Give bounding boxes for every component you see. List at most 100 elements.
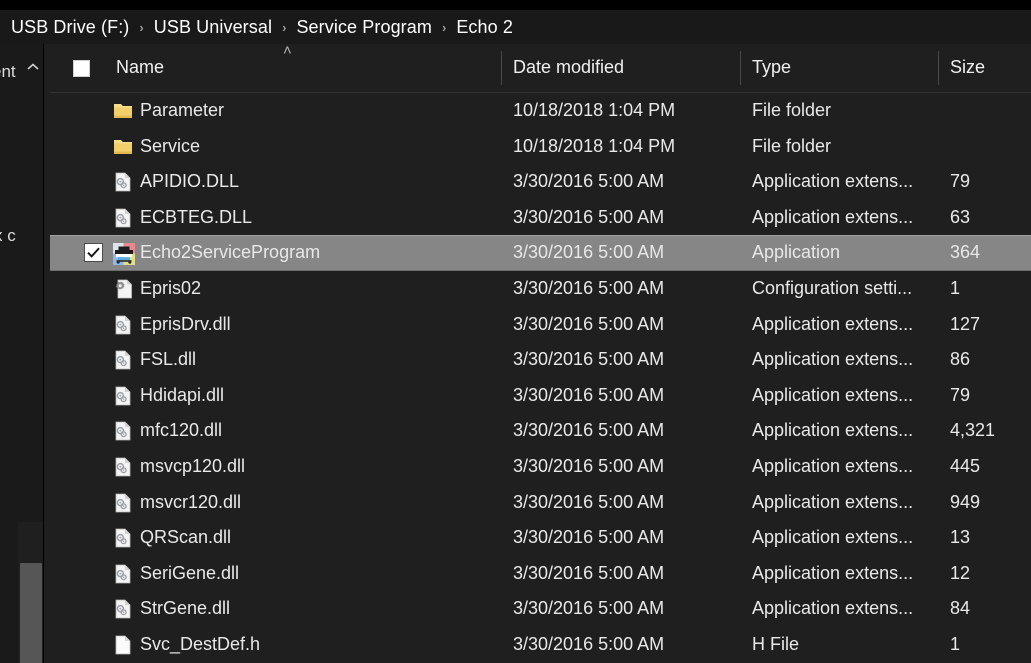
table-row[interactable]: APIDIO.DLL 3/30/2016 5:00 AM Application e…	[50, 164, 1031, 200]
cell-date-modified: 3/30/2016 5:00 AM	[513, 206, 665, 227]
table-row[interactable]: Service 10/18/2018 1:04 PM File folder	[50, 129, 1031, 165]
cell-date-modified: 3/30/2016 5:00 AM	[513, 527, 665, 548]
column-divider-name-date[interactable]	[501, 51, 502, 85]
cell-type: Application extens...	[752, 455, 914, 476]
sort-ascending-icon: ˄	[283, 44, 292, 59]
column-header-size[interactable]: Size	[950, 57, 985, 78]
nav-pane-divider	[43, 44, 44, 663]
cell-date-modified: 10/18/2018 1:04 PM	[513, 100, 676, 120]
table-row[interactable]: EprisDrv.dll 3/30/2016 5:00 AM Application…	[50, 307, 1031, 343]
cell-type: Application extens...	[752, 384, 914, 405]
cell-size: 1	[950, 633, 961, 654]
cell-date-modified: 3/30/2016 5:00 AM	[513, 562, 665, 583]
file-list-region: ˄ Name Date modified Type Size Parameter…	[50, 44, 1031, 663]
cell-file-name: APIDIO.DLL	[140, 171, 240, 192]
table-row[interactable]: Svc_DestDef.h 3/30/2016 5:00 AM H File 1	[50, 627, 1031, 663]
file-list-rows: Parameter 10/18/2018 1:04 PM File folder Se…	[50, 93, 1031, 663]
cell-date-modified: 3/30/2016 5:00 AM	[513, 384, 665, 405]
table-row[interactable]: msvcp120.dll 3/30/2016 5:00 AM Application…	[50, 449, 1031, 485]
cell-file-name: StrGene.dll	[140, 598, 231, 619]
dll-file-icon	[112, 207, 134, 229]
cell-file-name: Echo2ServiceProgram	[140, 242, 321, 263]
column-divider-date-type[interactable]	[740, 51, 741, 85]
cell-size: 63	[950, 206, 971, 227]
blank-file-icon	[112, 634, 134, 656]
cell-date-modified: 3/30/2016 5:00 AM	[513, 420, 665, 441]
chevron-up-icon[interactable]	[26, 60, 40, 75]
table-row[interactable]: SeriGene.dll 3/30/2016 5:00 AM Application…	[50, 556, 1031, 592]
dll-file-icon	[112, 420, 134, 442]
breadcrumb-separator-icon: ›	[441, 19, 447, 35]
cell-size: 79	[950, 384, 971, 405]
select-all-checkbox[interactable]	[73, 60, 90, 77]
table-row[interactable]: FSL.dll 3/30/2016 5:00 AM Application exte…	[50, 342, 1031, 378]
application-icon	[112, 242, 135, 266]
table-row[interactable]: Parameter 10/18/2018 1:04 PM File folder	[50, 93, 1031, 129]
cell-type: Application extens...	[752, 562, 914, 583]
column-header-name[interactable]: Name	[116, 57, 164, 78]
cell-size: 12	[950, 562, 971, 583]
table-row[interactable]: Epris02 3/30/2016 5:00 AM Configuration se…	[50, 271, 1031, 307]
file-explorer-window: USB Drive (F:) › USB Universal › Service Pro…	[0, 0, 1031, 663]
breadcrumb-item[interactable]: Service Program	[293, 16, 435, 39]
cell-size: 84	[950, 598, 971, 619]
dll-file-icon	[112, 563, 134, 585]
column-header-type[interactable]: Type	[752, 57, 791, 78]
cell-file-name: Svc_DestDef.h	[140, 633, 261, 654]
breadcrumb-item[interactable]: USB Universal	[151, 16, 275, 39]
cell-size: 13	[950, 527, 971, 548]
cell-type: Application extens...	[752, 313, 914, 334]
navigation-pane[interactable]: ent x c	[0, 44, 44, 663]
cell-type: Application extens...	[752, 206, 914, 227]
cell-type: Application extens...	[752, 527, 914, 548]
cell-type: Configuration setti...	[752, 277, 913, 298]
cell-date-modified: 3/30/2016 5:00 AM	[513, 598, 665, 619]
table-row[interactable]: ECBTEG.DLL 3/30/2016 5:00 AM Application e…	[50, 200, 1031, 236]
cell-type: Application	[752, 242, 841, 263]
row-checkbox[interactable]	[84, 243, 103, 263]
cell-type: Application extens...	[752, 349, 914, 370]
table-row[interactable]: Hdidapi.dll 3/30/2016 5:00 AM Application …	[50, 378, 1031, 414]
cell-file-name: ECBTEG.DLL	[140, 206, 253, 227]
file-list-header: ˄ Name Date modified Type Size	[50, 44, 1031, 93]
cell-date-modified: 3/30/2016 5:00 AM	[513, 349, 665, 370]
cell-file-name: FSL.dll	[140, 349, 197, 370]
nav-item-label-partial-top: ent	[0, 62, 16, 81]
table-row[interactable]: Echo2ServiceProgram 3/30/2016 5:00 AM Appl…	[50, 235, 1031, 271]
config-gear-icon	[112, 278, 134, 300]
cell-size: 4,321	[950, 420, 996, 441]
folder-icon	[112, 100, 134, 122]
table-row[interactable]: mfc120.dll 3/30/2016 5:00 AM Application e…	[50, 413, 1031, 449]
dll-file-icon	[112, 385, 134, 407]
table-row[interactable]: QRScan.dll 3/30/2016 5:00 AM Application e…	[50, 520, 1031, 556]
breadcrumb[interactable]: USB Drive (F:) › USB Universal › Service Pro…	[0, 10, 1031, 44]
cell-type: Application extens...	[752, 598, 914, 619]
cell-file-name: mfc120.dll	[140, 420, 223, 441]
cell-date-modified: 3/30/2016 5:00 AM	[513, 633, 665, 654]
cell-size: 445	[950, 455, 981, 476]
breadcrumb-item[interactable]: Echo 2	[453, 16, 516, 39]
column-divider-type-size[interactable]	[938, 51, 939, 85]
dll-file-icon	[112, 314, 134, 336]
table-row[interactable]: msvcr120.dll 3/30/2016 5:00 AM Application…	[50, 485, 1031, 521]
table-row[interactable]: StrGene.dll 3/30/2016 5:00 AM Application …	[50, 591, 1031, 627]
cell-date-modified: 10/18/2018 1:04 PM	[513, 135, 676, 156]
cell-date-modified: 3/30/2016 5:00 AM	[513, 455, 665, 476]
cell-type: File folder	[752, 100, 832, 120]
nav-scrollbar-thumb[interactable]	[20, 563, 42, 663]
dll-file-icon	[112, 456, 134, 478]
dll-file-icon	[112, 598, 134, 620]
cell-file-name: Hdidapi.dll	[140, 384, 225, 405]
cell-date-modified: 3/30/2016 5:00 AM	[513, 242, 665, 263]
breadcrumb-item[interactable]: USB Drive (F:)	[8, 16, 132, 39]
folder-icon	[112, 136, 134, 158]
dll-file-icon	[112, 171, 134, 193]
cell-size: 86	[950, 349, 971, 370]
cell-type: Application extens...	[752, 171, 914, 192]
cell-date-modified: 3/30/2016 5:00 AM	[513, 491, 665, 512]
column-header-date-modified[interactable]: Date modified	[513, 57, 624, 78]
cell-file-name: EprisDrv.dll	[140, 313, 231, 334]
dll-file-icon	[112, 349, 134, 371]
window-top-strip	[0, 0, 1031, 10]
nav-item-label-partial-mid: x c	[0, 226, 16, 245]
